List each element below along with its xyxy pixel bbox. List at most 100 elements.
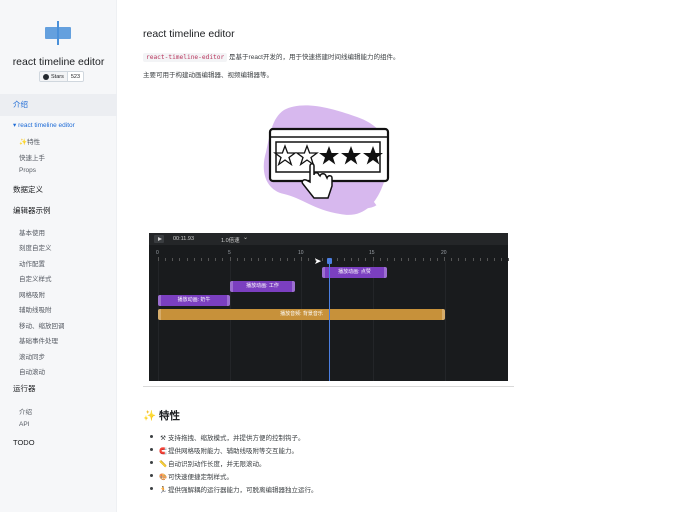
ruler-tick xyxy=(215,258,217,261)
ruler-tick xyxy=(486,258,488,261)
stars-count: 523 xyxy=(67,72,84,81)
github-icon xyxy=(43,73,49,80)
sidebar-item-basic[interactable]: 基本使用 xyxy=(19,227,45,237)
ruler-tick xyxy=(250,258,252,261)
ruler-tick xyxy=(501,258,503,261)
sidebar-item-action[interactable]: 动作配置 xyxy=(19,258,45,268)
sidebar-group-runner[interactable]: 运行器 xyxy=(13,383,36,394)
ruler-tick xyxy=(208,258,210,261)
list-item: 📏自动识别动作长度，并无限滚动。 xyxy=(150,458,318,471)
sidebar-item-move-resize[interactable]: 移动、缩放回调 xyxy=(19,320,65,330)
action-cow[interactable]: 播放动画: 奶牛 xyxy=(158,295,230,306)
sidebar-group-todo[interactable]: TODO xyxy=(13,438,35,447)
ruler-tick xyxy=(286,258,288,261)
intro-paragraph-2: 主要可用于构建动画编辑器、视频编辑器等。 xyxy=(143,72,273,79)
sidebar-item-react-timeline-editor[interactable]: ▾ react timeline editor xyxy=(13,121,75,129)
magnet-icon: 🧲 xyxy=(159,448,168,455)
ruler-tick xyxy=(358,258,360,261)
sidebar-item-props[interactable]: Props xyxy=(19,167,36,174)
ruler-tick xyxy=(415,258,417,261)
play-icon[interactable] xyxy=(154,235,164,243)
action-work[interactable]: 播放动画: 工作 xyxy=(230,281,295,292)
gridline xyxy=(230,261,231,381)
sidebar-item-runner-api[interactable]: API xyxy=(19,421,29,428)
ruler-tick xyxy=(436,258,438,261)
ruler-tick xyxy=(279,258,281,261)
ruler-tick xyxy=(186,258,188,261)
ruler-tick xyxy=(451,258,453,261)
ruler-tick xyxy=(200,258,202,261)
sidebar-item-dragline-snap[interactable]: 辅助线吸附 xyxy=(19,304,52,314)
ruler-icon: 📏 xyxy=(159,461,168,468)
tools-icon: ⚒ xyxy=(160,435,166,442)
ruler-tick xyxy=(422,258,424,261)
ruler-tick xyxy=(265,258,267,261)
ruler-tick xyxy=(322,258,324,261)
sidebar-group-intro-label: 介绍 xyxy=(13,100,28,109)
sidebar-group-intro[interactable]: 介绍 xyxy=(0,94,117,116)
ruler-tick xyxy=(236,258,238,261)
playback-rate-select[interactable]: 1.0倍速 xyxy=(221,236,240,244)
gridline xyxy=(301,261,302,381)
ruler-tick xyxy=(386,258,388,261)
sidebar-item-runner-intro[interactable]: 介绍 xyxy=(19,406,32,416)
sidebar-item-scale[interactable]: 刻度自定义 xyxy=(19,242,52,252)
sidebar-group-examples[interactable]: 编辑器示例 xyxy=(13,205,51,216)
time-cursor-handle[interactable] xyxy=(327,258,332,264)
ruler-tick xyxy=(293,258,295,261)
intro-text: 是基于react开发的，用于快速搭建时间线编辑能力的组件。 xyxy=(227,54,400,61)
ruler-tick xyxy=(193,258,195,261)
ruler-tick xyxy=(494,258,496,261)
sidebar: react timeline editor Stars 523 介绍 ▾ rea… xyxy=(0,0,117,512)
logo-icon[interactable] xyxy=(45,21,71,45)
features-heading: ✨ 特性 xyxy=(143,410,180,422)
mouse-cursor-icon: ➤ xyxy=(314,256,322,266)
sidebar-item-grid-snap[interactable]: 网格吸附 xyxy=(19,289,45,299)
action-label: 播放音频: 背景音乐 xyxy=(280,311,323,317)
ruler-tick xyxy=(365,258,367,261)
ruler-tick xyxy=(308,258,310,261)
ruler-tick xyxy=(351,258,353,261)
brand-title[interactable]: react timeline editor xyxy=(0,56,117,68)
star-rating-illustration xyxy=(263,105,390,215)
sidebar-item-features[interactable]: ✨特性 xyxy=(19,136,40,146)
runner-icon: 🏃 xyxy=(159,487,168,494)
ruler-tick xyxy=(172,258,174,261)
sidebar-item-scroll-sync[interactable]: 滚动同步 xyxy=(19,351,45,361)
ruler-tick xyxy=(165,258,167,261)
ruler-label: 15 xyxy=(369,250,375,256)
list-item: 🧲提供网格吸附能力、辅助线吸附等交互能力。 xyxy=(150,445,318,458)
divider xyxy=(143,386,514,387)
ruler-label: 10 xyxy=(298,250,304,256)
ruler-tick xyxy=(401,258,403,261)
feature-text: 可快速便捷定制样式。 xyxy=(168,474,233,481)
feature-text: 提供网格吸附能力、辅助线吸附等交互能力。 xyxy=(168,448,298,455)
sidebar-item-auto-scroll[interactable]: 自动滚动 xyxy=(19,366,45,376)
sidebar-group-data[interactable]: 数据定义 xyxy=(13,184,43,195)
list-item: ⚒ 支持拖拽、缩放模式，并提供方便的控制钩子。 xyxy=(150,432,318,445)
action-bg-music[interactable]: 播放音频: 背景音乐 xyxy=(158,309,445,320)
ruler-tick xyxy=(429,258,431,261)
gridline xyxy=(445,261,446,381)
sidebar-item-style[interactable]: 自定义样式 xyxy=(19,273,52,283)
action-label: 播放动画: 奶牛 xyxy=(177,297,211,303)
action-label: 播放动画: 工作 xyxy=(246,283,279,289)
ruler-label: 0 xyxy=(156,250,159,256)
ruler-tick xyxy=(272,258,274,261)
ruler-tick xyxy=(472,258,474,261)
github-stars-badge[interactable]: Stars 523 xyxy=(39,71,85,82)
ruler-tick xyxy=(222,258,224,261)
ruler-tick xyxy=(465,258,467,261)
chevron-down-icon[interactable]: ⌄ xyxy=(243,234,248,241)
timeline-editor-demo[interactable]: 00:11.93 1.0倍速 ⌄ 0 5 10 15 20 播放动画: 点赞 播… xyxy=(149,233,510,381)
features-list: ⚒ 支持拖拽、缩放模式，并提供方便的控制钩子。 🧲提供网格吸附能力、辅助线吸附等交… xyxy=(150,432,318,497)
time-cursor[interactable] xyxy=(329,259,330,381)
sidebar-item-quickstart[interactable]: 快速上手 xyxy=(19,152,45,162)
current-time: 00:11.93 xyxy=(173,235,195,242)
sidebar-item-label: react timeline editor xyxy=(18,122,75,129)
page-title: react timeline editor xyxy=(143,28,235,40)
ruler-tick xyxy=(393,258,395,261)
sidebar-item-events[interactable]: 基础事件处理 xyxy=(19,335,58,345)
action-like[interactable]: 播放动画: 点赞 xyxy=(322,267,387,278)
intro-code: react-timeline-editor xyxy=(143,53,228,62)
